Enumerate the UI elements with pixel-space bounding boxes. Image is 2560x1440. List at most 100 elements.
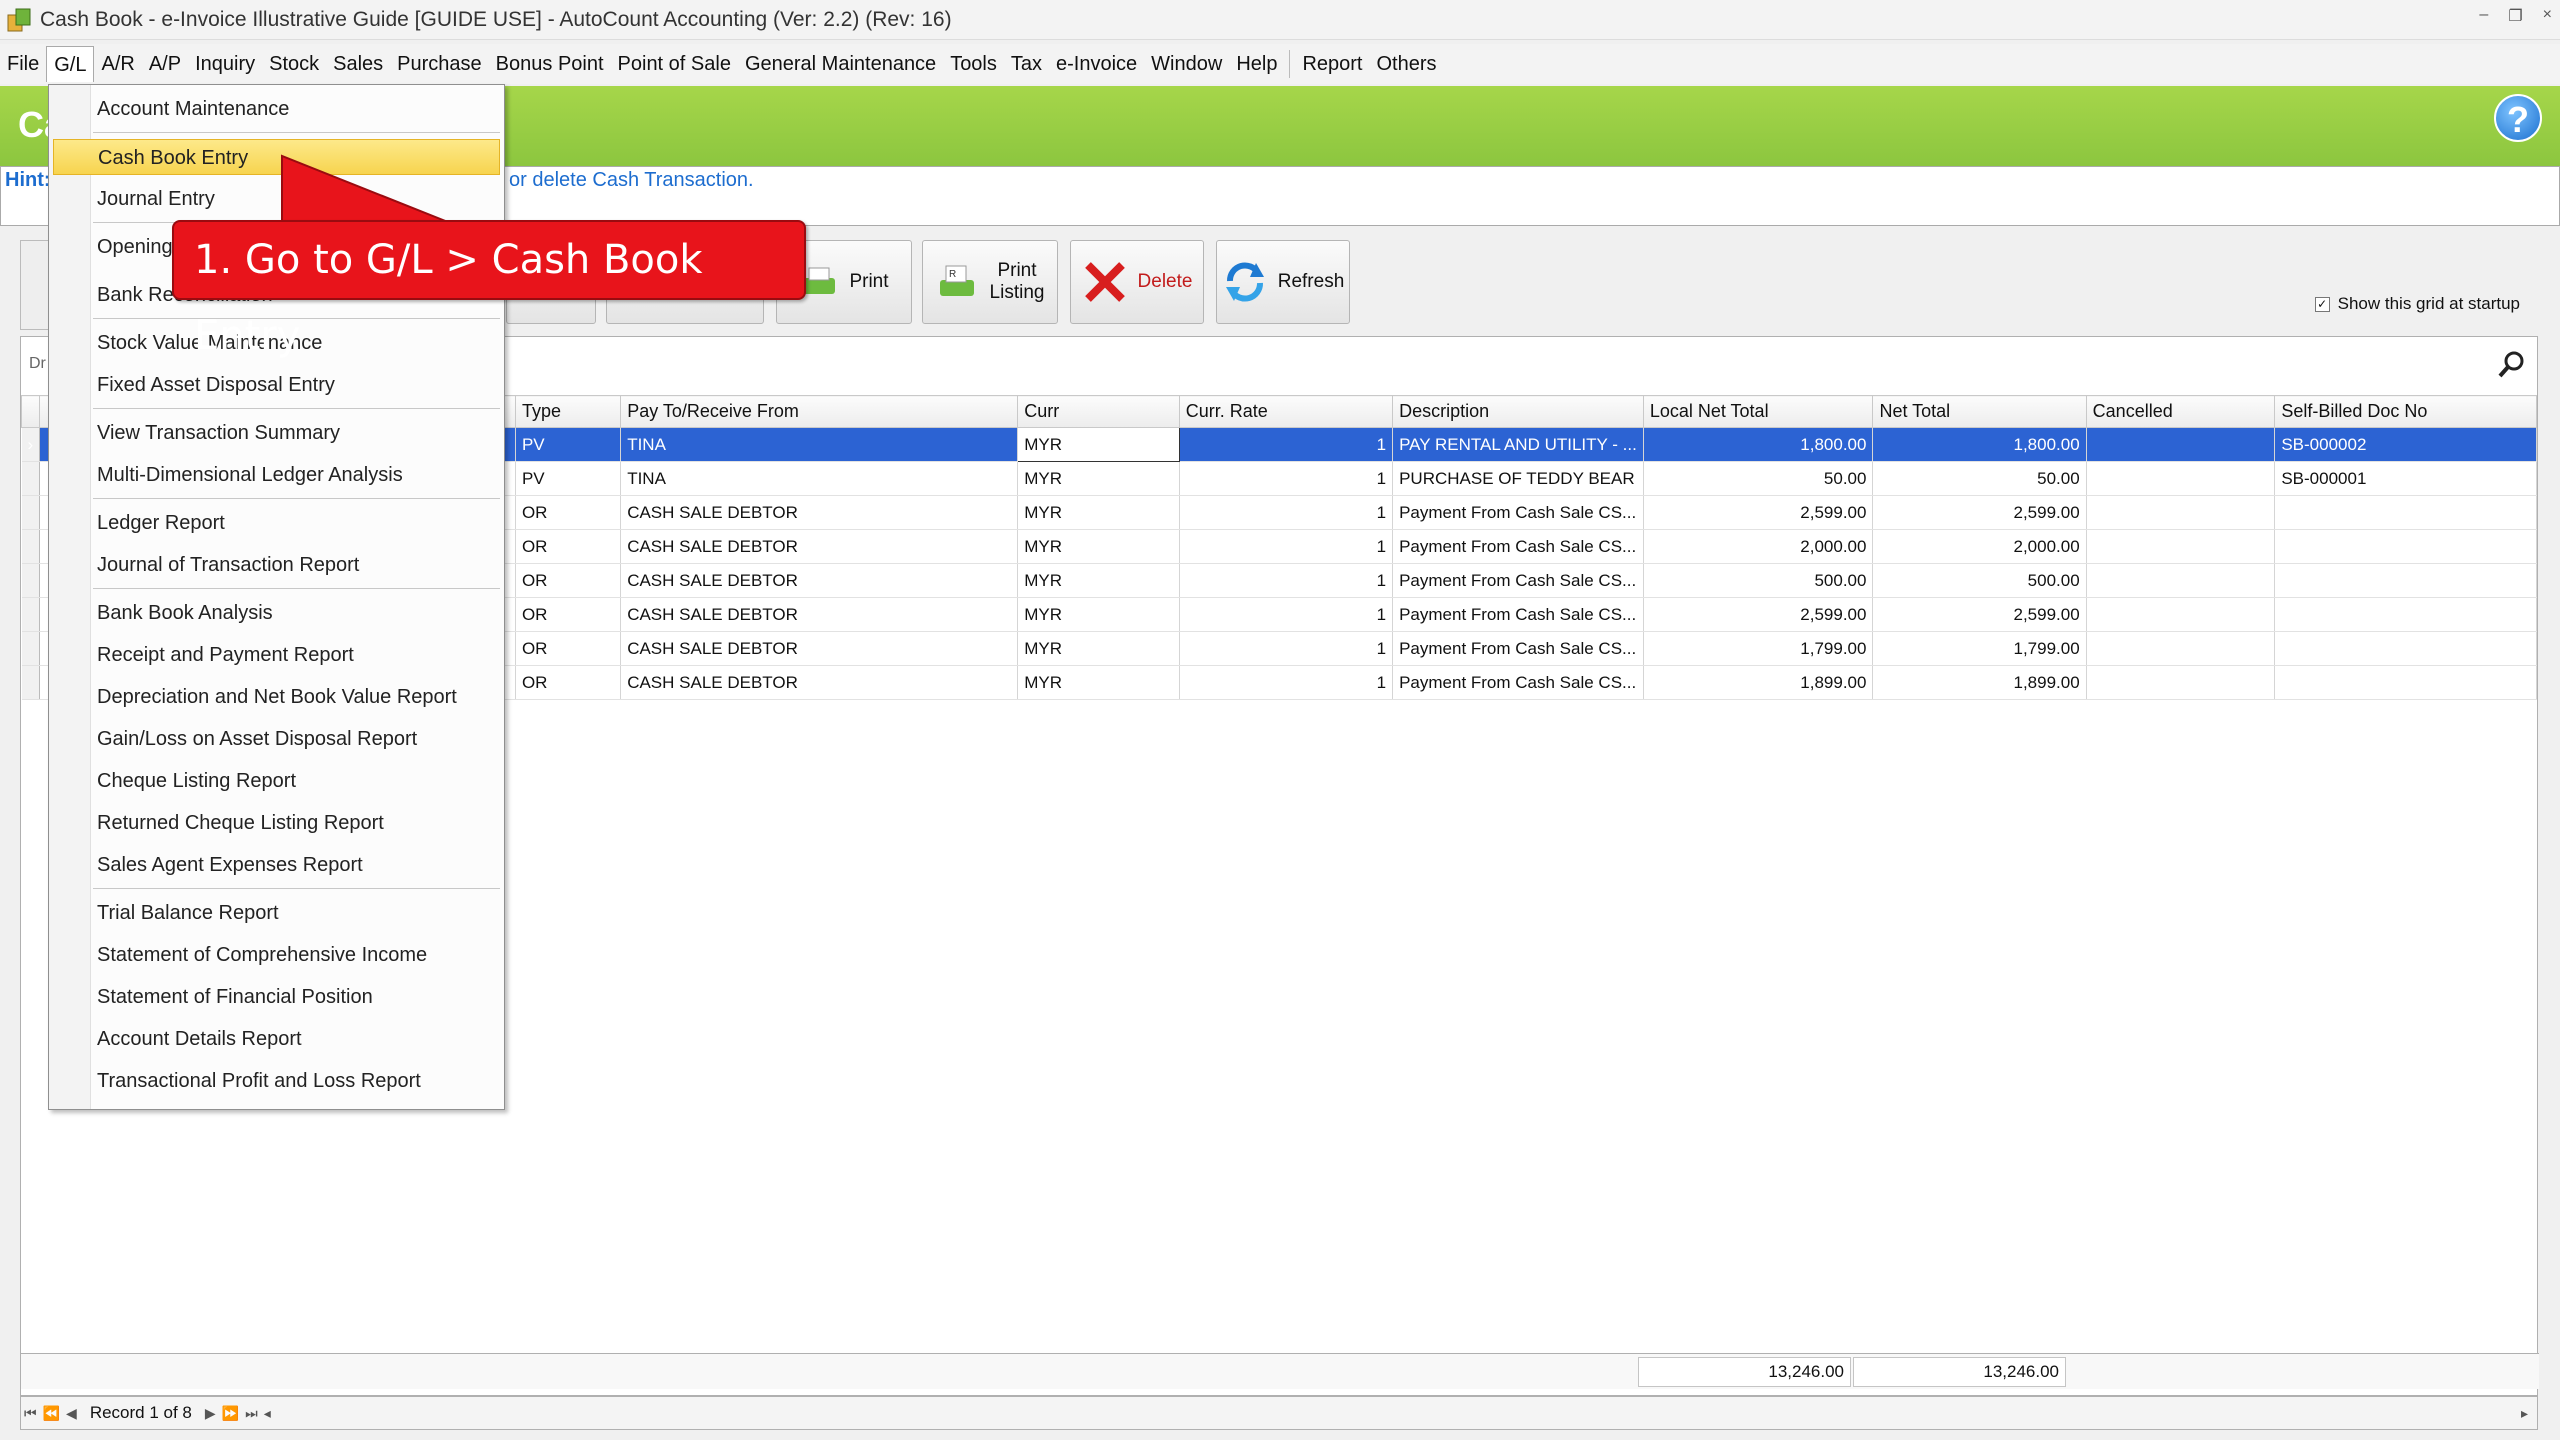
- first-record-icon[interactable]: ⏮: [21, 1405, 40, 1422]
- cell-pay-to[interactable]: CASH SALE DEBTOR: [620, 529, 1019, 564]
- menu-gl[interactable]: G/L: [46, 46, 95, 82]
- cell-type[interactable]: OR: [515, 597, 622, 632]
- cell-self-billed[interactable]: SB-000001: [2274, 461, 2537, 496]
- menu-stock[interactable]: Stock: [262, 46, 326, 82]
- print-listing-button[interactable]: R Print Listing: [922, 240, 1058, 324]
- cell-curr[interactable]: MYR: [1017, 597, 1180, 632]
- menu-ar[interactable]: A/R: [94, 46, 141, 82]
- cell-type[interactable]: PV: [515, 427, 622, 462]
- col-header-type[interactable]: Type: [514, 395, 622, 428]
- menu-point-of-sale[interactable]: Point of Sale: [611, 46, 738, 82]
- cell-description[interactable]: PURCHASE OF TEDDY BEAR: [1392, 461, 1644, 496]
- scroll-left-icon[interactable]: ◂: [261, 1405, 274, 1422]
- refresh-button[interactable]: Refresh: [1216, 240, 1350, 324]
- menu-item-receipt-payment-report[interactable]: Receipt and Payment Report: [53, 637, 500, 673]
- menu-item-bank-book-analysis[interactable]: Bank Book Analysis: [53, 595, 500, 631]
- cell-cancelled[interactable]: [2086, 631, 2276, 666]
- cell-curr-rate[interactable]: 1: [1179, 665, 1394, 700]
- cell-curr-rate[interactable]: 1: [1179, 563, 1394, 598]
- menu-file[interactable]: File: [0, 46, 46, 82]
- col-header-cancelled[interactable]: Cancelled: [2085, 395, 2276, 428]
- col-header-description[interactable]: Description: [1392, 395, 1644, 428]
- cell-local-net-total[interactable]: 1,799.00: [1643, 631, 1874, 666]
- cell-curr[interactable]: MYR: [1017, 631, 1180, 666]
- menu-general-maintenance[interactable]: General Maintenance: [738, 46, 943, 82]
- menu-others[interactable]: Others: [1369, 46, 1443, 82]
- menu-item-transactional-pl[interactable]: Transactional Profit and Loss Report: [53, 1063, 500, 1099]
- menu-tax[interactable]: Tax: [1004, 46, 1049, 82]
- cell-cancelled[interactable]: [2086, 665, 2276, 700]
- cell-type[interactable]: OR: [515, 665, 622, 700]
- menu-window[interactable]: Window: [1144, 46, 1229, 82]
- cell-description[interactable]: Payment From Cash Sale CS...: [1392, 597, 1644, 632]
- show-grid-checkbox[interactable]: ✓: [2314, 296, 2330, 312]
- cell-pay-to[interactable]: TINA: [620, 427, 1019, 462]
- next-record-icon[interactable]: ▶: [202, 1405, 219, 1422]
- cell-net-total[interactable]: 500.00: [1872, 563, 2087, 598]
- cell-net-total[interactable]: 2,000.00: [1872, 529, 2087, 564]
- menu-item-account-details[interactable]: Account Details Report: [53, 1021, 500, 1057]
- col-header-curr[interactable]: Curr: [1017, 395, 1180, 428]
- cell-description[interactable]: Payment From Cash Sale CS...: [1392, 495, 1644, 530]
- cell-local-net-total[interactable]: 2,599.00: [1643, 597, 1874, 632]
- col-header-curr-rate[interactable]: Curr. Rate: [1178, 395, 1394, 428]
- cell-net-total[interactable]: 2,599.00: [1872, 597, 2087, 632]
- cell-description[interactable]: Payment From Cash Sale CS...: [1392, 665, 1644, 700]
- cell-self-billed[interactable]: [2274, 495, 2537, 530]
- cell-self-billed[interactable]: [2274, 563, 2537, 598]
- cell-pay-to[interactable]: CASH SALE DEBTOR: [620, 665, 1019, 700]
- cell-curr[interactable]: MYR: [1017, 495, 1180, 530]
- menu-item-sales-agent-expenses[interactable]: Sales Agent Expenses Report: [53, 847, 500, 883]
- menu-help[interactable]: Help: [1229, 46, 1284, 82]
- cell-self-billed[interactable]: [2274, 597, 2537, 632]
- menu-item-comprehensive-income[interactable]: Statement of Comprehensive Income: [53, 937, 500, 973]
- cell-pay-to[interactable]: CASH SALE DEBTOR: [620, 563, 1019, 598]
- menu-e-invoice[interactable]: e-Invoice: [1049, 46, 1144, 82]
- cell-type[interactable]: OR: [515, 631, 622, 666]
- menu-item-returned-cheque[interactable]: Returned Cheque Listing Report: [53, 805, 500, 841]
- cell-local-net-total[interactable]: 2,000.00: [1643, 529, 1874, 564]
- cell-net-total[interactable]: 1,800.00: [1872, 427, 2087, 462]
- delete-button[interactable]: Delete: [1070, 240, 1204, 324]
- cell-self-billed[interactable]: SB-000002: [2274, 427, 2537, 462]
- cell-description[interactable]: Payment From Cash Sale CS...: [1392, 563, 1644, 598]
- menu-item-ledger-report[interactable]: Ledger Report: [53, 505, 500, 541]
- cell-local-net-total[interactable]: 1,800.00: [1643, 427, 1874, 462]
- show-grid-toggle[interactable]: ✓ Show this grid at startup: [2314, 294, 2520, 314]
- cell-pay-to[interactable]: CASH SALE DEBTOR: [620, 631, 1019, 666]
- cell-local-net-total[interactable]: 500.00: [1643, 563, 1874, 598]
- cell-local-net-total[interactable]: 50.00: [1643, 461, 1874, 496]
- cell-type[interactable]: OR: [515, 495, 622, 530]
- menu-item-financial-position[interactable]: Statement of Financial Position: [53, 979, 500, 1015]
- menu-item-cheque-listing[interactable]: Cheque Listing Report: [53, 763, 500, 799]
- cell-curr-rate[interactable]: 1: [1179, 631, 1394, 666]
- cell-curr[interactable]: MYR: [1017, 529, 1180, 564]
- prev-record-icon[interactable]: ◀: [63, 1405, 80, 1422]
- cell-local-net-total[interactable]: 1,899.00: [1643, 665, 1874, 700]
- cell-cancelled[interactable]: [2086, 427, 2276, 462]
- grid-search-icon[interactable]: [2497, 349, 2527, 379]
- cell-self-billed[interactable]: [2274, 631, 2537, 666]
- menu-inquiry[interactable]: Inquiry: [188, 46, 262, 82]
- cell-cancelled[interactable]: [2086, 529, 2276, 564]
- cell-curr[interactable]: MYR: [1017, 461, 1180, 496]
- cell-type[interactable]: PV: [515, 461, 622, 496]
- col-header-pay-to[interactable]: Pay To/Receive From: [620, 395, 1019, 428]
- last-record-icon[interactable]: ⏭: [242, 1405, 261, 1422]
- next-page-icon[interactable]: ⏩: [219, 1405, 242, 1422]
- cell-net-total[interactable]: 2,599.00: [1872, 495, 2087, 530]
- cell-curr-rate[interactable]: 1: [1179, 597, 1394, 632]
- cell-cancelled[interactable]: [2086, 597, 2276, 632]
- help-icon[interactable]: ?: [2494, 94, 2542, 142]
- cell-curr-rate[interactable]: 1: [1179, 427, 1394, 462]
- cell-self-billed[interactable]: [2274, 665, 2537, 700]
- prev-page-icon[interactable]: ⏪: [40, 1405, 63, 1422]
- cell-curr-rate[interactable]: 1: [1179, 495, 1394, 530]
- cell-curr[interactable]: MYR: [1017, 665, 1180, 700]
- cell-pay-to[interactable]: TINA: [620, 461, 1019, 496]
- cell-local-net-total[interactable]: 2,599.00: [1643, 495, 1874, 530]
- col-header-local-net-total[interactable]: Local Net Total: [1642, 395, 1874, 428]
- cell-curr[interactable]: MYR: [1017, 563, 1180, 598]
- menu-item-trial-balance[interactable]: Trial Balance Report: [53, 895, 500, 931]
- cell-curr[interactable]: MYR: [1017, 427, 1180, 462]
